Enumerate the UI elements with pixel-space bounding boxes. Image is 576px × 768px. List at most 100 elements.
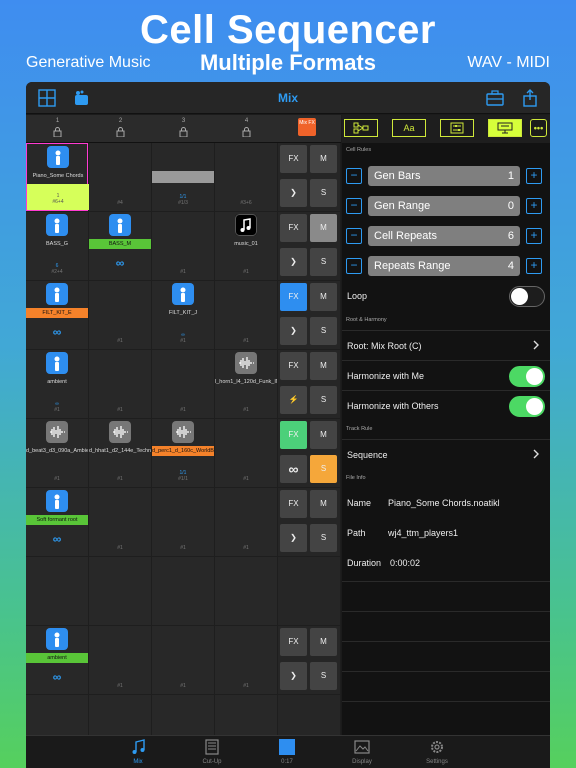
gen-range-minus[interactable]: −	[346, 198, 362, 214]
fx-button[interactable]: FX	[280, 490, 307, 518]
repeats-range-plus[interactable]: +	[526, 258, 542, 274]
cell-repeats-field[interactable]: Cell Repeats 6	[368, 226, 520, 246]
fx-button[interactable]: FX	[280, 283, 307, 311]
harmonize-others-toggle[interactable]	[509, 396, 545, 417]
mute-button[interactable]: M	[310, 214, 337, 242]
loop-infinite-button[interactable]: ∞	[280, 455, 307, 483]
share-icon[interactable]	[521, 89, 539, 107]
cell-r6c0[interactable]	[26, 557, 88, 625]
mute-button[interactable]: M	[310, 628, 337, 656]
solo-button[interactable]: S	[310, 662, 337, 690]
cell-r2c2[interactable]: FILT_KIT_J ∞ #1	[152, 281, 214, 349]
cell-r5c0[interactable]: Soft formant root ∞	[26, 488, 88, 556]
cell-r7c3[interactable]: #1	[215, 626, 277, 694]
font-tab[interactable]: Aa	[392, 119, 426, 137]
tab-stop[interactable]: 0:17	[250, 736, 324, 768]
solo-button[interactable]: S	[310, 248, 337, 276]
mix-fx-button[interactable]: Mix FX	[298, 118, 316, 136]
track-rule-row[interactable]: Sequence	[342, 439, 550, 469]
cell-r4c0[interactable]: d_beat3_d3_090a_Ambient_IM #1	[26, 419, 88, 487]
cell-r4c1[interactable]: d_hhat1_d2_144e_Techno_IM #1	[89, 419, 151, 487]
mute-button[interactable]: M	[310, 352, 337, 380]
play-button[interactable]: ❯	[280, 179, 307, 207]
cell-rules-tab[interactable]	[488, 119, 522, 137]
file-name-row: Name Piano_Some Chords.noatikl	[342, 488, 550, 518]
cell-r3c3[interactable]: l_horn1_l4_120d_Funk_IM #1	[215, 350, 277, 418]
fx-button[interactable]: FX	[280, 145, 307, 173]
structure-tab[interactable]	[344, 119, 378, 137]
cell-r1c2[interactable]: #1	[152, 212, 214, 280]
cell-r8c0[interactable]	[26, 695, 88, 735]
chevron-right-icon	[533, 340, 539, 350]
cell-repeats-minus[interactable]: −	[346, 228, 362, 244]
fx-button[interactable]: FX	[280, 352, 307, 380]
cell-r4c3[interactable]: #1	[215, 419, 277, 487]
cell-r6c2[interactable]	[152, 557, 214, 625]
repeats-range-minus[interactable]: −	[346, 258, 362, 274]
sliders-tab[interactable]	[440, 119, 474, 137]
cell-r7c0[interactable]: ambient ∞	[26, 626, 88, 694]
play-button[interactable]: ❯	[280, 662, 307, 690]
cell-r7c2[interactable]: #1	[152, 626, 214, 694]
mute-button[interactable]: M	[310, 490, 337, 518]
track-1-header[interactable]: 1	[26, 115, 89, 143]
cell-r0c1[interactable]: #4	[89, 143, 151, 211]
cell-r5c2[interactable]: #1	[152, 488, 214, 556]
tab-settings[interactable]: Settings	[400, 736, 474, 768]
tab-display[interactable]: Display	[325, 736, 399, 768]
bolt-button[interactable]: ⚡	[280, 386, 307, 414]
track-4-header[interactable]: 4	[215, 115, 278, 143]
toolbox-icon[interactable]	[486, 89, 504, 107]
tab-mix[interactable]: Mix	[101, 736, 175, 768]
fx-button[interactable]: FX	[280, 421, 307, 449]
cell-r8c2[interactable]	[152, 695, 214, 735]
track-2-header[interactable]: 2	[89, 115, 152, 143]
loop-toggle[interactable]	[509, 286, 545, 307]
cell-r2c1[interactable]: #1	[89, 281, 151, 349]
gen-range-field[interactable]: Gen Range 0	[368, 196, 520, 216]
cell-r6c3[interactable]	[215, 557, 277, 625]
play-button[interactable]: ❯	[280, 248, 307, 276]
harmonize-me-toggle[interactable]	[509, 366, 545, 387]
cell-r0c0[interactable]: Piano_Some Chords 1 #6+4	[26, 143, 89, 211]
cell-r2c0[interactable]: FILT_KIT_E ∞	[26, 281, 88, 349]
play-button[interactable]: ❯	[280, 317, 307, 345]
tab-cut-up[interactable]: Cut-Up	[175, 736, 249, 768]
cell-r1c0[interactable]: BASS_G 6 #2+4	[26, 212, 88, 280]
cell-r2c3[interactable]: #1	[215, 281, 277, 349]
cell-r1c1[interactable]: BASS_M ∞	[89, 212, 151, 280]
repeats-range-field[interactable]: Repeats Range 4	[368, 256, 520, 276]
more-icon[interactable]: •••	[530, 119, 547, 137]
track-3-header[interactable]: 3	[152, 115, 215, 143]
cell-r3c0[interactable]: ambient ∞ #1	[26, 350, 88, 418]
cell-r6c1[interactable]	[89, 557, 151, 625]
mute-button[interactable]: M	[310, 283, 337, 311]
cell-r5c1[interactable]: #1	[89, 488, 151, 556]
solo-button[interactable]: S	[310, 524, 337, 552]
solo-button[interactable]: S	[310, 386, 337, 414]
cell-r5c3[interactable]: #1	[215, 488, 277, 556]
cell-r8c3[interactable]	[215, 695, 277, 735]
gen-range-plus[interactable]: +	[526, 198, 542, 214]
gen-bars-field[interactable]: Gen Bars 1	[368, 166, 520, 186]
fx-button[interactable]: FX	[280, 628, 307, 656]
cell-r8c1[interactable]	[89, 695, 151, 735]
mute-button[interactable]: M	[310, 421, 337, 449]
mute-button[interactable]: M	[310, 145, 337, 173]
cell-r3c2[interactable]: #1	[152, 350, 214, 418]
cell-r0c3[interactable]: #3+6	[215, 143, 277, 211]
cell-r7c1[interactable]: #1	[89, 626, 151, 694]
play-button[interactable]: ❯	[280, 524, 307, 552]
gen-bars-minus[interactable]: −	[346, 168, 362, 184]
cell-r0c2[interactable]: 1/1 #1/3	[152, 143, 214, 211]
cell-r1c3[interactable]: music_01 #1	[215, 212, 277, 280]
solo-button[interactable]: S	[310, 179, 337, 207]
cell-r3c1[interactable]: #1	[89, 350, 151, 418]
cell-repeats-plus[interactable]: +	[526, 228, 542, 244]
root-row[interactable]: Root: Mix Root (C)	[342, 330, 550, 360]
fx-button[interactable]: FX	[280, 214, 307, 242]
solo-button[interactable]: S	[310, 317, 337, 345]
cell-r4c2[interactable]: d_perc1_d_160c_WorldBeat_IM 1/1#1/1	[152, 419, 214, 487]
solo-button[interactable]: S	[310, 455, 337, 483]
gen-bars-plus[interactable]: +	[526, 168, 542, 184]
